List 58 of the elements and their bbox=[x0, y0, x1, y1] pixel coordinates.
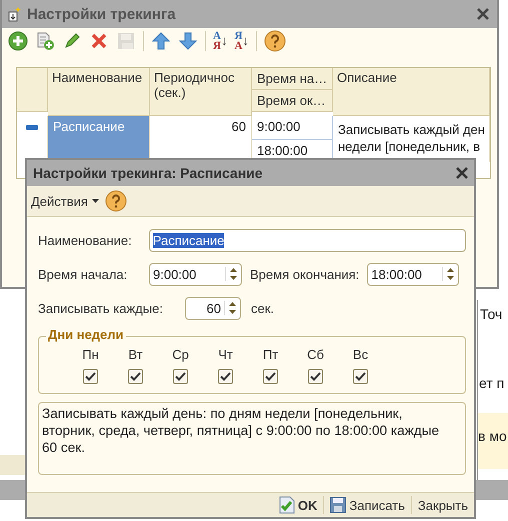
actions-menu[interactable]: Действия bbox=[31, 194, 99, 208]
text-fragment: в мо bbox=[478, 413, 508, 469]
day-label: Пн bbox=[82, 347, 99, 362]
name-field[interactable]: Расписание bbox=[148, 228, 466, 252]
column-header bbox=[17, 68, 48, 112]
day-label: Сб bbox=[307, 347, 324, 362]
day-label: Вт bbox=[128, 347, 143, 362]
document-icon bbox=[8, 6, 22, 22]
spinner-icon[interactable] bbox=[224, 301, 237, 315]
group-title: Дни недели bbox=[46, 327, 126, 342]
help-icon[interactable] bbox=[264, 30, 286, 52]
table-cell-text: 9:00:00 bbox=[256, 118, 302, 136]
field-label: Записывать каждые: bbox=[38, 300, 164, 316]
field-label: Время начала: bbox=[38, 266, 128, 282]
day-label: Чт bbox=[218, 347, 233, 362]
window-title: Настройки трекинга bbox=[27, 6, 177, 22]
field-label: Время окончания: bbox=[250, 266, 360, 282]
close-icon[interactable] bbox=[477, 8, 489, 20]
row-marker-icon bbox=[26, 125, 38, 130]
close-button[interactable]: Закрыть bbox=[416, 498, 470, 512]
unit-label: сек. bbox=[251, 300, 274, 316]
delete-icon[interactable] bbox=[89, 31, 109, 51]
dialog-title: Настройки трекинга: Расписание bbox=[33, 165, 264, 181]
down-arrow-icon[interactable] bbox=[178, 31, 198, 51]
checkbox[interactable] bbox=[353, 369, 368, 384]
time-field[interactable]: 18:00:00 bbox=[367, 262, 460, 286]
help-icon[interactable] bbox=[104, 190, 127, 212]
column-header[interactable]: Описание bbox=[333, 68, 490, 116]
checkmark-document-icon bbox=[278, 496, 295, 514]
day-label: Вс bbox=[352, 347, 368, 362]
checkbox[interactable] bbox=[173, 369, 188, 384]
spinner-icon[interactable] bbox=[442, 267, 456, 281]
add-icon[interactable] bbox=[8, 31, 28, 51]
number-field[interactable]: 60 bbox=[185, 296, 241, 320]
ok-button[interactable]: OK bbox=[276, 496, 320, 514]
spinner-icon[interactable] bbox=[225, 267, 238, 281]
day-label: Пт bbox=[262, 347, 278, 362]
time-field[interactable]: 9:00:00 bbox=[149, 262, 242, 286]
field-label: Наименование: bbox=[38, 232, 133, 248]
copy-icon[interactable] bbox=[35, 31, 55, 51]
save-button[interactable]: Записать bbox=[328, 497, 407, 513]
checkbox[interactable] bbox=[218, 369, 233, 384]
text-fragment: Точ bbox=[480, 306, 502, 322]
pencil-icon[interactable] bbox=[62, 31, 82, 51]
column-header[interactable]: Время на… bbox=[252, 68, 332, 89]
checkbox[interactable] bbox=[263, 369, 278, 384]
checkbox[interactable] bbox=[128, 369, 143, 384]
up-arrow-icon[interactable] bbox=[151, 31, 171, 51]
day-label: Ср bbox=[172, 347, 189, 362]
column-header[interactable]: Время ок… bbox=[252, 89, 332, 111]
checkbox[interactable] bbox=[83, 369, 98, 384]
summary-text: Записывать каждый день: по дням недели [понедельник, вторник, среда, четверг, пятница] с 9:00:00 по 18:00:00 каждые 60 сек. bbox=[38, 402, 466, 475]
text-fragment: ет п bbox=[479, 375, 504, 391]
column-header[interactable]: Наименование bbox=[48, 68, 150, 116]
close-icon[interactable] bbox=[456, 167, 468, 179]
column-header[interactable]: Периодичнос (сек.) bbox=[150, 68, 252, 116]
checkbox[interactable] bbox=[308, 369, 323, 384]
caret-icon bbox=[92, 199, 99, 203]
